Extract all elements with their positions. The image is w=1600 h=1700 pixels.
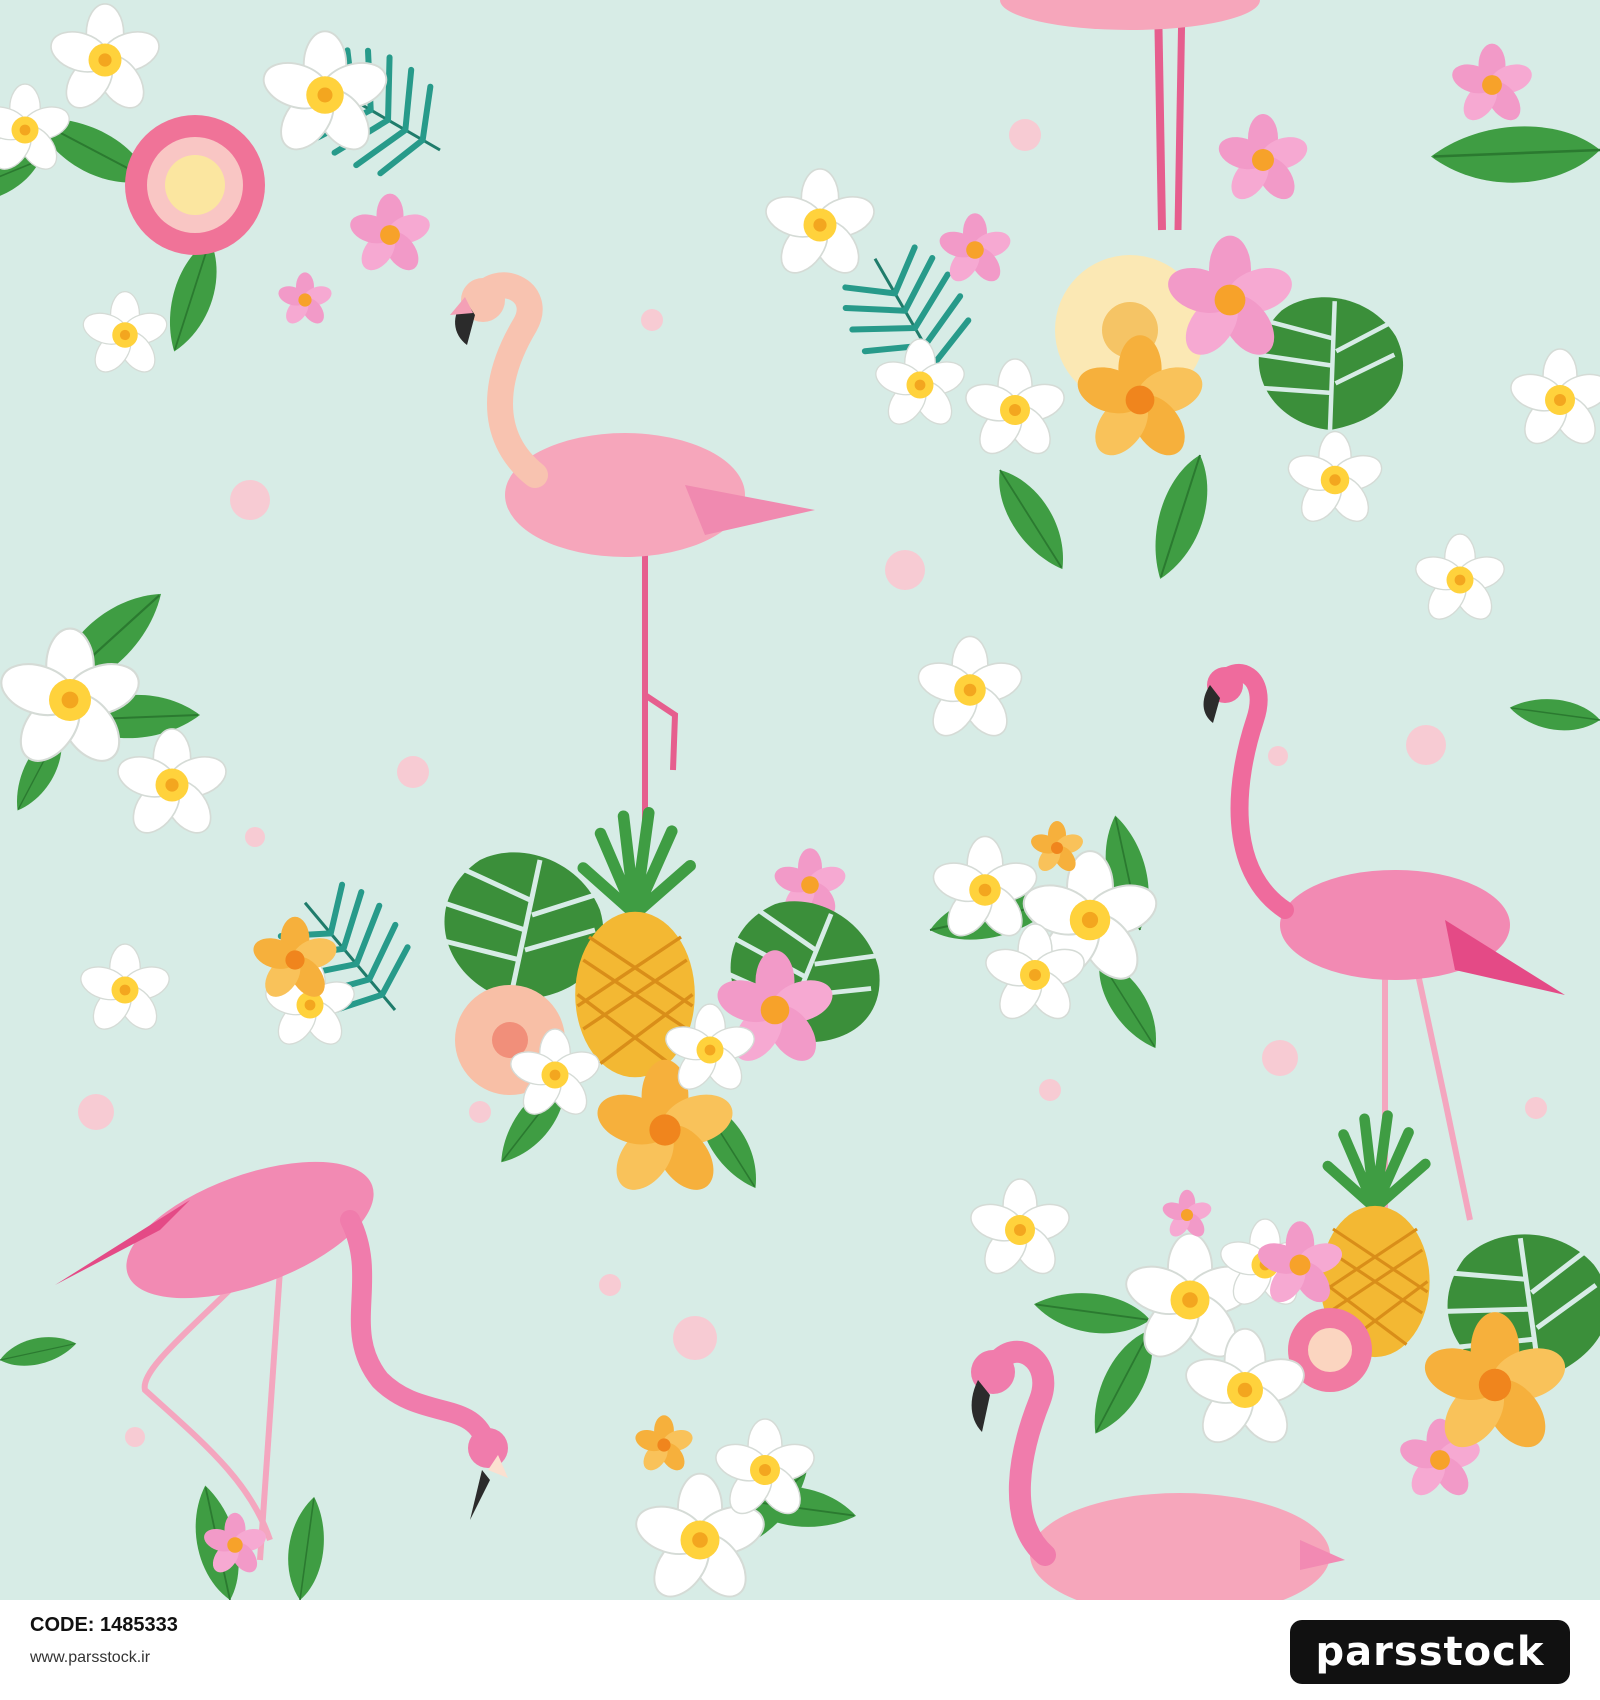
footer-info: CODE: 1485333 www.parsstock.ir: [30, 1614, 178, 1667]
tropical-flamingo-pattern: [0, 0, 1600, 1600]
code-label: CODE:: [30, 1614, 95, 1636]
site-url[interactable]: www.parsstock.ir: [30, 1649, 178, 1667]
brand-logo: parsstock: [1290, 1620, 1570, 1684]
code-line: CODE: 1485333: [30, 1614, 178, 1637]
brand-name: parsstock: [1315, 1629, 1545, 1675]
stock-footer: CODE: 1485333 www.parsstock.ir parsstock: [0, 1600, 1600, 1700]
image-stage: CODE: 1485333 www.parsstock.ir parsstock: [0, 0, 1600, 1700]
code-value: 1485333: [100, 1614, 178, 1636]
